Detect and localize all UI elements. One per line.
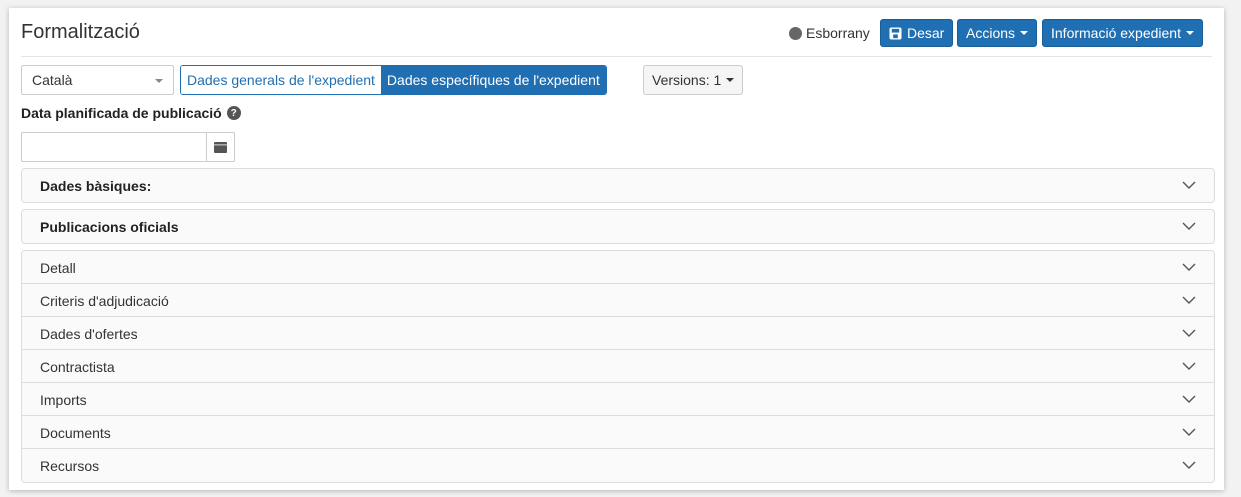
chevron-down-icon (155, 79, 163, 83)
section-label: Detall (40, 260, 76, 276)
status-dot-icon (789, 26, 802, 40)
section-label: Dades d'ofertes (40, 326, 138, 342)
language-select[interactable]: Català (21, 65, 174, 95)
formalization-card: Formalització Esborrany Desar Accions In… (9, 8, 1224, 490)
panel-official-publications: Publicacions oficials (21, 209, 1215, 244)
tab-general-data[interactable]: Dades generals de l'expedient (181, 66, 381, 94)
chevron-down-icon (1182, 296, 1196, 304)
tab-specific-data[interactable]: Dades específiques de l'expedient (380, 66, 606, 94)
chevron-down-icon (1182, 329, 1196, 337)
chevron-down-icon (1182, 263, 1196, 271)
save-icon (889, 26, 902, 40)
info-expedient-label: Informació expedient (1051, 25, 1181, 41)
panel-basic-data: Dades bàsiques: (21, 168, 1215, 203)
panel-title: Dades bàsiques: (40, 178, 152, 194)
header-divider (21, 56, 1212, 57)
section-amounts[interactable]: Imports (22, 383, 1214, 416)
caret-down-icon (1185, 31, 1194, 35)
data-tab-group: Dades generals de l'expedient Dades espe… (180, 65, 607, 95)
save-button[interactable]: Desar (880, 19, 954, 47)
section-label: Contractista (40, 359, 115, 375)
calendar-button[interactable] (206, 132, 235, 162)
chevron-down-icon (1182, 395, 1196, 403)
panel-sections: Detall Criteris d'adjudicació Dades d'of… (21, 250, 1215, 483)
info-expedient-dropdown[interactable]: Informació expedient (1042, 19, 1203, 47)
section-label: Documents (40, 425, 111, 441)
page-title: Formalització (21, 21, 140, 43)
section-award-criteria[interactable]: Criteris d'adjudicació (22, 284, 1214, 317)
language-value: Català (32, 72, 73, 88)
actions-dropdown[interactable]: Accions (957, 19, 1038, 47)
chevron-down-icon (1182, 181, 1196, 189)
help-icon[interactable]: ? (226, 106, 241, 120)
publication-date-label: Data planificada de publicació ? (21, 105, 241, 121)
caret-down-icon (1020, 31, 1029, 35)
status-indicator: Esborrany (789, 25, 870, 41)
section-offers-data[interactable]: Dades d'ofertes (22, 317, 1214, 350)
section-label: Recursos (40, 458, 100, 474)
status-label: Esborrany (806, 25, 870, 41)
section-documents[interactable]: Documents (22, 416, 1214, 449)
publication-date-label-text: Data planificada de publicació (21, 105, 222, 121)
section-contractor[interactable]: Contractista (22, 350, 1214, 383)
save-label: Desar (907, 25, 945, 41)
caret-down-icon (726, 78, 735, 82)
versions-label: Versions: 1 (652, 72, 722, 88)
calendar-icon (214, 142, 227, 153)
panel-header-official-publications[interactable]: Publicacions oficials (22, 210, 1214, 243)
chevron-down-icon (1182, 461, 1196, 469)
versions-dropdown[interactable]: Versions: 1 (643, 65, 744, 95)
panel-header-basic-data[interactable]: Dades bàsiques: (22, 169, 1214, 202)
publication-date-input[interactable] (21, 132, 206, 162)
chevron-down-icon (1182, 362, 1196, 370)
section-label: Criteris d'adjudicació (40, 293, 169, 309)
actions-label: Accions (966, 25, 1016, 41)
panel-title: Publicacions oficials (40, 219, 179, 235)
chevron-down-icon (1182, 428, 1196, 436)
chevron-down-icon (1182, 222, 1196, 230)
section-label: Imports (40, 392, 87, 408)
section-detail[interactable]: Detall (22, 251, 1214, 284)
section-appeals[interactable]: Recursos (22, 449, 1214, 482)
